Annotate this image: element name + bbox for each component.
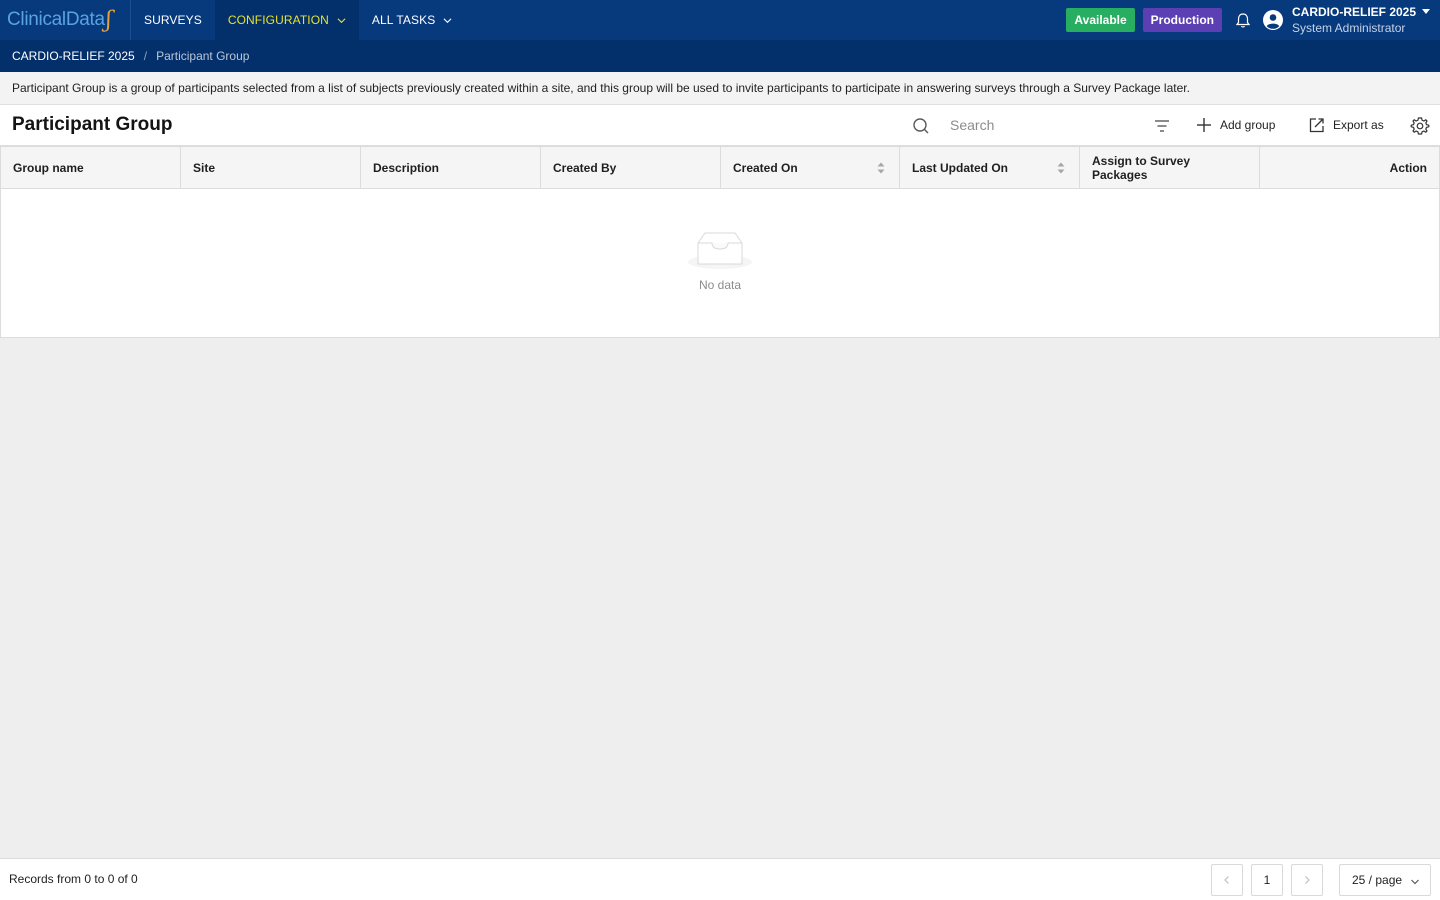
add-group-label: Add group <box>1220 118 1276 132</box>
column-label: Created On <box>733 160 798 175</box>
add-group-button[interactable]: Add group <box>1196 114 1275 136</box>
sort-icon[interactable] <box>1057 162 1065 174</box>
empty-state: No data <box>1 189 1439 337</box>
user-role: System Administrator <box>1292 21 1406 35</box>
page-description-text: Participant Group is a group of particip… <box>12 81 1190 95</box>
nav-configuration-label: CONFIGURATION <box>227 13 329 27</box>
user-avatar[interactable] <box>1260 0 1286 40</box>
filter-icon[interactable] <box>1152 116 1172 136</box>
nav-all-tasks[interactable]: ALL TASKS <box>359 0 465 40</box>
breadcrumb-current: Participant Group <box>156 49 250 63</box>
page-number: 1 <box>1263 873 1271 887</box>
user-study-name: CARDIO-RELIEF 2025 <box>1292 5 1417 19</box>
export-label: Export as <box>1333 118 1384 132</box>
breadcrumb-separator: / <box>143 49 148 63</box>
column-label: Created By <box>553 160 617 175</box>
logo-text: ClinicalData <box>7 9 105 30</box>
nav-configuration[interactable]: CONFIGURATION <box>214 0 359 40</box>
records-summary: Records from 0 to 0 of 0 <box>9 872 138 886</box>
column-header-group-name: Group name <box>1 147 181 188</box>
settings-gear-icon[interactable] <box>1410 116 1430 136</box>
search-icon <box>913 118 929 134</box>
nav-all-tasks-label: ALL TASKS <box>371 13 436 27</box>
column-header-assign-to-survey-packages: Assign to Survey Packages <box>1080 147 1260 188</box>
column-header-site: Site <box>181 147 361 188</box>
page-description: Participant Group is a group of particip… <box>0 72 1440 105</box>
chevron-down-icon <box>1411 879 1419 885</box>
chevron-right-icon <box>1305 876 1310 884</box>
nav-surveys-label: SURVEYS <box>144 13 202 27</box>
column-label: Site <box>193 160 216 175</box>
column-header-description: Description <box>361 147 541 188</box>
breadcrumb-root[interactable]: CARDIO-RELIEF 2025 <box>12 49 135 63</box>
page-size-select[interactable]: 25 / page <box>1339 864 1431 896</box>
table-toolbar: Participant Group Add group Export as <box>0 105 1440 146</box>
nav-surveys[interactable]: SURVEYS <box>131 0 215 40</box>
empty-inbox-icon <box>688 232 752 269</box>
column-header-last-updated-on[interactable]: Last Updated On <box>900 147 1080 188</box>
caret-down-icon <box>1422 9 1430 14</box>
chevron-down-icon <box>443 17 452 23</box>
user-menu[interactable]: CARDIO-RELIEF 2025 System Administrator <box>1292 0 1440 40</box>
column-label: Description <box>373 160 440 175</box>
sort-icon[interactable] <box>877 162 885 174</box>
page-size-value: 25 / page <box>1352 873 1403 887</box>
pagination-footer: Records from 0 to 0 of 0 1 25 / page <box>0 858 1440 900</box>
plus-icon <box>1197 118 1211 132</box>
column-label: Assign to Survey Packages <box>1092 153 1191 182</box>
column-label: Action <box>1389 160 1427 175</box>
status-badge: Available <box>1066 8 1135 32</box>
previous-page-button[interactable] <box>1211 864 1243 896</box>
export-button[interactable]: Export as <box>1308 114 1384 136</box>
participant-group-table: Group name Site Description Created By C… <box>0 146 1440 338</box>
next-page-button[interactable] <box>1291 864 1323 896</box>
column-label: Group name <box>13 160 84 175</box>
search-input[interactable] <box>944 113 1134 137</box>
column-header-action: Action <box>1260 147 1439 188</box>
environment-badge: Production <box>1142 8 1222 32</box>
table-header: Group name Site Description Created By C… <box>1 147 1439 189</box>
bell-icon <box>1235 12 1251 28</box>
column-header-created-by: Created By <box>541 147 721 188</box>
page-title: Participant Group <box>12 114 173 135</box>
app-logo[interactable]: ClinicalData ʃ <box>0 0 131 40</box>
notifications-button[interactable] <box>1230 0 1256 40</box>
empty-text: No data <box>698 278 742 292</box>
chevron-left-icon <box>1224 876 1229 884</box>
chevron-down-icon <box>337 17 346 23</box>
breadcrumb: CARDIO-RELIEF 2025 / Participant Group <box>0 40 1440 72</box>
top-nav: ClinicalData ʃ SURVEYS CONFIGURATION ALL … <box>0 0 1440 40</box>
logo-mark-icon: ʃ <box>105 7 112 33</box>
export-icon <box>1309 117 1324 132</box>
column-label: Last Updated On <box>912 160 1009 175</box>
user-circle-icon <box>1263 10 1283 30</box>
page-number-button[interactable]: 1 <box>1251 864 1283 896</box>
column-header-created-on[interactable]: Created On <box>721 147 900 188</box>
